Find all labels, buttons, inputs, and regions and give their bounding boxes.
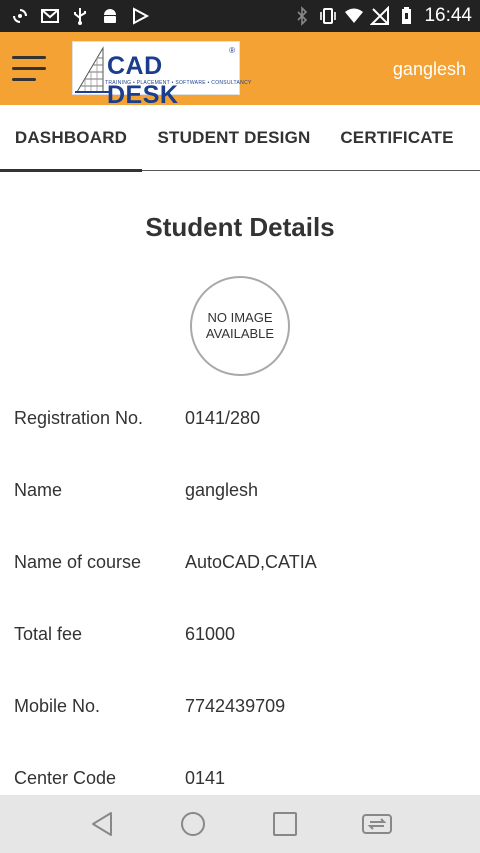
back-icon[interactable]: [86, 809, 118, 839]
detail-value: 7742439709: [185, 696, 286, 716]
detail-label: Center Code: [14, 768, 117, 788]
sync-icon: [10, 6, 30, 26]
recents-icon[interactable]: [269, 809, 301, 839]
avatar-placeholder-line1: NO IMAGE: [207, 310, 273, 325]
detail-label: Name: [14, 480, 63, 500]
app-bar: CAD DESK ® TRAINING • PLACEMENT • SOFTWA…: [0, 32, 480, 109]
detail-label: Total fee: [14, 624, 83, 644]
detail-row-name: Name ganglesh: [0, 480, 480, 510]
android-icon: [100, 6, 120, 26]
vibrate-icon: [318, 6, 338, 26]
tab-dashboard[interactable]: DASHBOARD: [0, 105, 142, 172]
switch-apps-icon[interactable]: [361, 809, 393, 839]
detail-value: 61000: [185, 624, 236, 644]
play-store-icon: [130, 6, 150, 26]
hamburger-menu-icon[interactable]: [12, 54, 48, 84]
page-title: Student Details: [145, 212, 335, 242]
cad-desk-logo: CAD DESK ® TRAINING • PLACEMENT • SOFTWA…: [72, 41, 251, 109]
logo-registered-mark: ®: [229, 46, 235, 55]
username-label[interactable]: ganglesh: [393, 59, 466, 80]
avatar-placeholder-line2: AVAILABLE: [205, 326, 275, 341]
logo-tagline: TRAINING • PLACEMENT • SOFTWARE • CONSUL…: [105, 80, 252, 86]
detail-row-registration: Registration No. 0141/280: [0, 408, 480, 438]
status-right-icons: 16:44: [292, 5, 472, 27]
home-icon[interactable]: [177, 809, 209, 839]
gmail-icon: [40, 6, 60, 26]
detail-value: 0141/280: [185, 408, 261, 428]
wifi-icon: [344, 6, 364, 26]
system-nav-bar: [0, 795, 480, 853]
no-signal-icon: [370, 6, 390, 26]
detail-label: Registration No.: [14, 408, 144, 428]
status-clock: 16:44: [424, 5, 472, 26]
detail-value: ganglesh: [185, 480, 259, 500]
detail-row-center-code: Center Code 0141: [0, 768, 480, 798]
tab-bar: DASHBOARD STUDENT DESIGN CERTIFICATE: [0, 105, 480, 172]
detail-row-mobile: Mobile No. 7742439709: [0, 696, 480, 726]
detail-label: Name of course: [14, 552, 142, 572]
detail-value: AutoCAD,CATIA: [185, 552, 317, 572]
detail-row-course: Name of course AutoCAD,CATIA: [0, 552, 480, 582]
detail-row-total-fee: Total fee 61000: [0, 624, 480, 654]
status-bar: 16:44: [0, 0, 480, 32]
tab-certificate[interactable]: CERTIFICATE: [326, 105, 468, 171]
detail-value: 0141: [185, 768, 226, 788]
usb-icon: [70, 6, 90, 26]
detail-label: Mobile No.: [14, 696, 101, 716]
tab-student-design[interactable]: STUDENT DESIGN: [142, 105, 326, 171]
status-left-icons: [10, 6, 150, 26]
battery-icon: [396, 6, 416, 26]
avatar: NO IMAGE AVAILABLE: [190, 276, 290, 376]
bluetooth-icon: [292, 6, 312, 26]
